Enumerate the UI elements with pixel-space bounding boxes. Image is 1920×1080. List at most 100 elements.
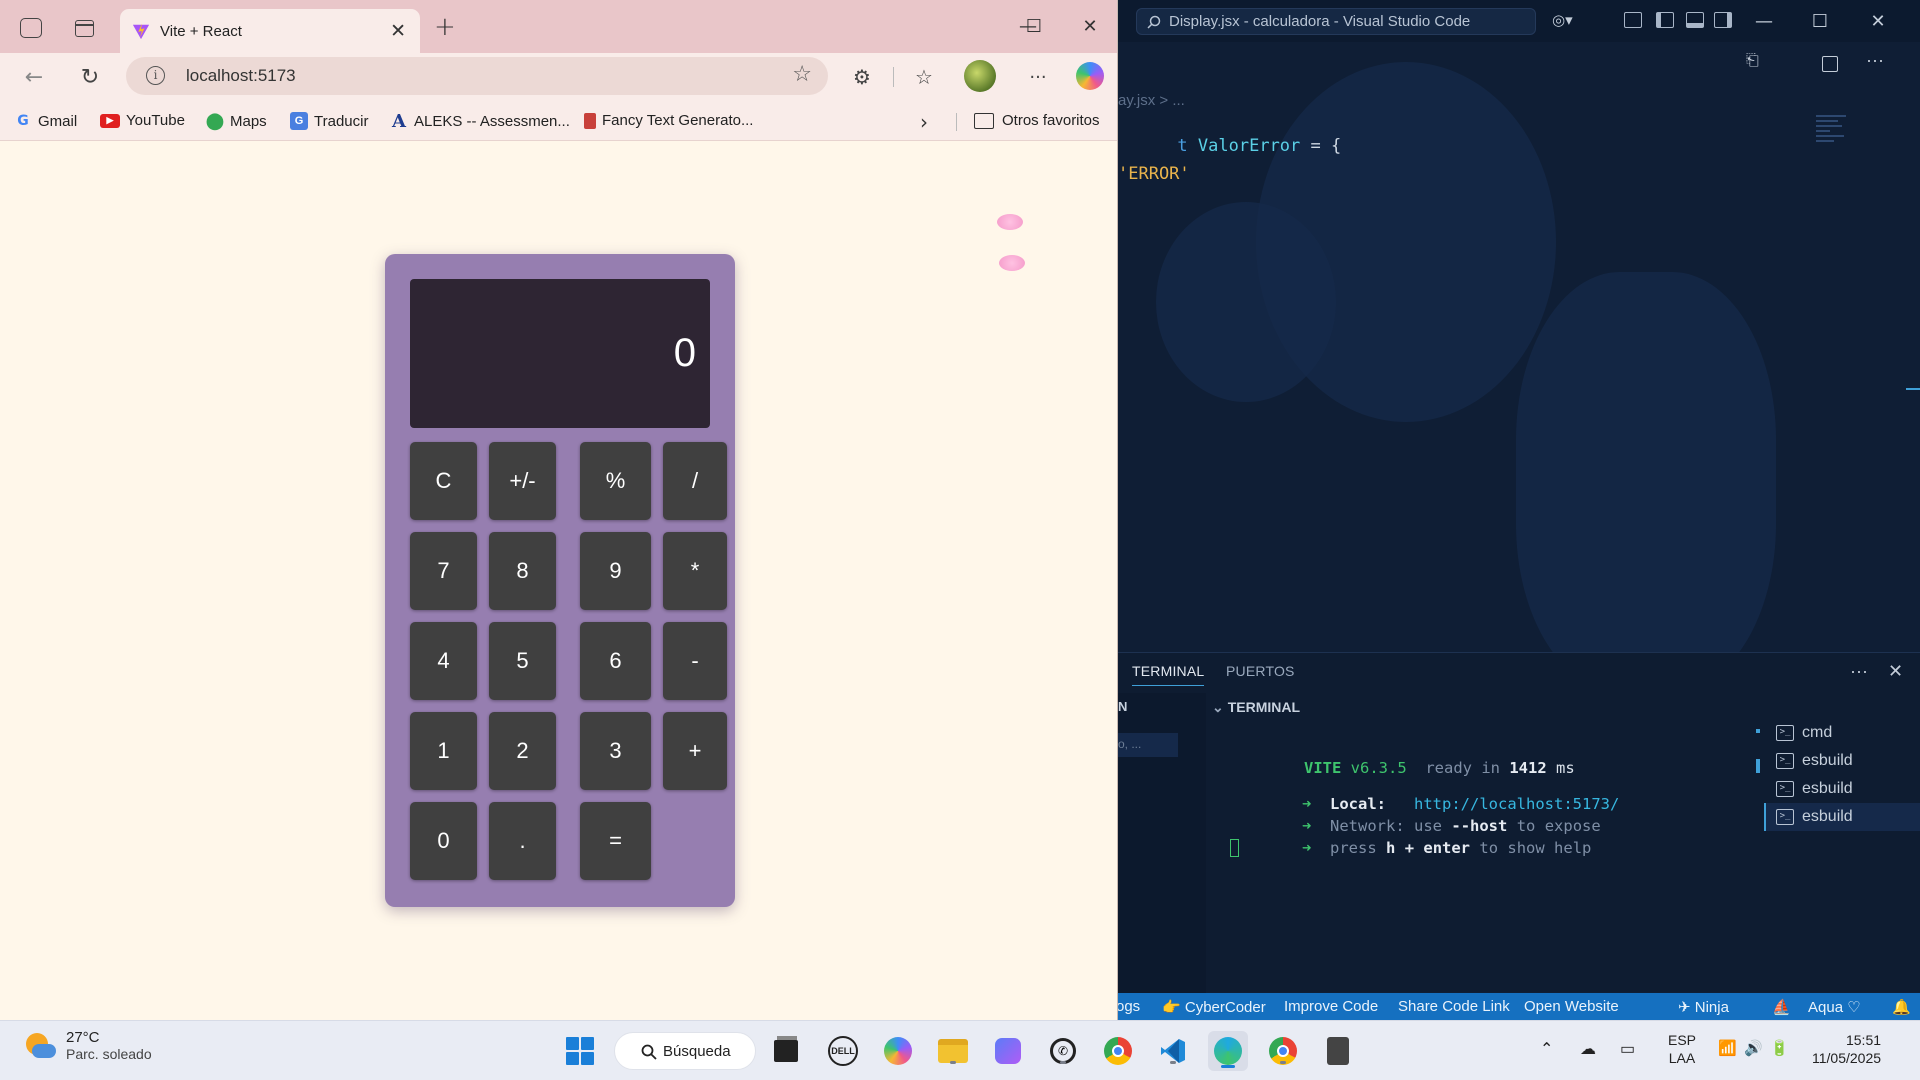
minimap[interactable] bbox=[1816, 112, 1856, 172]
close-panel-icon[interactable]: ✕ bbox=[1888, 661, 1903, 682]
customize-layout-icon[interactable] bbox=[1624, 12, 1642, 28]
favorite-star-icon[interactable]: ☆ bbox=[792, 62, 812, 87]
chrome-icon[interactable] bbox=[1102, 1035, 1134, 1067]
language-indicator[interactable]: ESP LAA bbox=[1668, 1031, 1696, 1067]
key-divide[interactable]: / bbox=[663, 442, 727, 520]
calculator-app-icon[interactable] bbox=[1322, 1035, 1354, 1067]
favorites-icon[interactable]: ☆ bbox=[910, 63, 938, 91]
status-item-cybercoder[interactable]: 👉 CyberCoder bbox=[1162, 998, 1266, 1016]
bookmark-gmail[interactable]: G Gmail bbox=[14, 112, 77, 130]
key-add[interactable]: + bbox=[663, 712, 727, 790]
new-tab-button[interactable]: + bbox=[434, 12, 456, 42]
key-decimal[interactable]: . bbox=[489, 802, 556, 880]
maximize-icon-glyph[interactable]: ☐ bbox=[1006, 8, 1062, 44]
status-item-wave[interactable]: ⛵ bbox=[1772, 998, 1791, 1016]
chevron-right-icon[interactable]: › bbox=[920, 110, 928, 134]
other-favorites-folder[interactable]: Otros favoritos bbox=[974, 112, 1100, 129]
more-actions-icon[interactable]: ⎗ bbox=[1746, 52, 1759, 70]
key-7[interactable]: 7 bbox=[410, 532, 477, 610]
wifi-icon[interactable]: 📶 bbox=[1718, 1039, 1737, 1057]
toggle-primary-sidebar-icon[interactable] bbox=[1656, 12, 1674, 28]
whatsapp-icon[interactable]: ✆ bbox=[1047, 1035, 1079, 1067]
site-info-icon[interactable]: i bbox=[146, 66, 165, 85]
tab-actions-icon[interactable] bbox=[75, 20, 94, 37]
key-3[interactable]: 3 bbox=[580, 712, 651, 790]
more-icon[interactable]: ··· bbox=[1866, 50, 1884, 71]
key-8[interactable]: 8 bbox=[489, 532, 556, 610]
panel-left-item[interactable]: o, ... bbox=[1116, 733, 1178, 757]
profile-avatar[interactable] bbox=[964, 60, 996, 92]
edge-taskbar-icon[interactable] bbox=[1208, 1031, 1248, 1071]
key-clear[interactable]: C bbox=[410, 442, 477, 520]
copilot-icon[interactable]: ◎▾ bbox=[1552, 11, 1573, 29]
start-button[interactable] bbox=[564, 1035, 596, 1067]
split-editor-icon[interactable] bbox=[1822, 56, 1838, 72]
vscode-taskbar-icon[interactable] bbox=[1157, 1035, 1189, 1067]
more-icon[interactable]: ··· bbox=[1024, 63, 1052, 91]
status-item-logs[interactable]: ogs bbox=[1116, 998, 1140, 1015]
notifications-icon[interactable]: 🔔 bbox=[1892, 998, 1911, 1016]
close-tab-icon[interactable]: ✕ bbox=[390, 20, 406, 42]
pen-menu-icon[interactable]: ▭ bbox=[1620, 1039, 1635, 1059]
key-2[interactable]: 2 bbox=[489, 712, 556, 790]
battery-icon[interactable]: 🔋 bbox=[1770, 1039, 1789, 1057]
key-4[interactable]: 4 bbox=[410, 622, 477, 700]
key-0[interactable]: 0 bbox=[410, 802, 477, 880]
key-5[interactable]: 5 bbox=[489, 622, 556, 700]
clock[interactable]: 15:51 11/05/2025 bbox=[1812, 1031, 1881, 1067]
copilot-taskbar-icon[interactable] bbox=[882, 1035, 914, 1067]
status-item-share-code-link[interactable]: Share Code Link bbox=[1398, 998, 1510, 1015]
tab-puertos[interactable]: PUERTOS bbox=[1226, 663, 1295, 679]
task-view-icon[interactable] bbox=[770, 1035, 802, 1067]
maximize-icon[interactable]: ☐ bbox=[1792, 0, 1848, 42]
breadcrumb[interactable]: ay.jsx > ... bbox=[1118, 92, 1185, 109]
refresh-icon[interactable]: ↻ bbox=[76, 63, 104, 91]
key-subtract[interactable]: - bbox=[663, 622, 727, 700]
workspaces-icon[interactable] bbox=[20, 18, 42, 38]
key-multiply[interactable]: * bbox=[663, 532, 727, 610]
copilot-icon[interactable] bbox=[1076, 62, 1104, 90]
key-sign[interactable]: +/- bbox=[489, 442, 556, 520]
status-item-aqua[interactable]: Aqua ♡ bbox=[1808, 998, 1861, 1016]
key-equals[interactable]: = bbox=[580, 802, 651, 880]
chrome-profile-icon[interactable] bbox=[1267, 1035, 1299, 1067]
bookmark-maps[interactable]: ⬤ Maps bbox=[206, 112, 267, 131]
chevron-up-icon[interactable]: ⌃ bbox=[1540, 1039, 1553, 1058]
key-9[interactable]: 9 bbox=[580, 532, 651, 610]
tab-terminal[interactable]: TERMINAL bbox=[1132, 663, 1205, 686]
bookmark-aleks[interactable]: A ALEKS -- Assessmen... bbox=[390, 111, 570, 132]
close-icon[interactable]: ✕ bbox=[1850, 0, 1906, 42]
toggle-secondary-sidebar-icon[interactable] bbox=[1714, 12, 1732, 28]
terminal-item-cmd[interactable]: >_ cmd bbox=[1764, 719, 1920, 747]
key-percent[interactable]: % bbox=[580, 442, 651, 520]
dell-icon[interactable]: DELL bbox=[827, 1035, 859, 1067]
back-icon[interactable]: ← bbox=[20, 63, 48, 91]
address-bar[interactable]: i localhost:5173 ☆ bbox=[126, 57, 828, 95]
close-window-icon[interactable]: ✕ bbox=[1062, 8, 1117, 44]
status-item-open-website[interactable]: Open Website bbox=[1524, 998, 1619, 1015]
more-icon[interactable]: ··· bbox=[1850, 661, 1868, 682]
toggle-panel-icon[interactable] bbox=[1686, 12, 1704, 28]
onedrive-icon[interactable]: ☁ bbox=[1580, 1039, 1596, 1059]
file-explorer-icon[interactable] bbox=[937, 1035, 969, 1067]
photos-app-icon[interactable] bbox=[992, 1035, 1024, 1067]
vscode-command-center[interactable]: Display.jsx - calculadora - Visual Studi… bbox=[1136, 8, 1536, 35]
weather-widget[interactable]: 27°C Parc. soleado bbox=[24, 1029, 152, 1062]
bookmark-fancy-text[interactable]: Fancy Text Generato... bbox=[584, 112, 753, 129]
bookmark-traducir[interactable]: G Traducir bbox=[290, 112, 368, 130]
terminal-item-esbuild[interactable]: >_ esbuild bbox=[1764, 747, 1920, 775]
taskbar-search[interactable]: Búsqueda bbox=[614, 1032, 756, 1070]
status-item-ninja[interactable]: ✈ Ninja bbox=[1678, 998, 1729, 1016]
vscode-editor[interactable]: ay.jsx > ... t ValorError = { 'ERROR' ⎗ … bbox=[1116, 42, 1920, 692]
extensions-icon[interactable]: ⚙ bbox=[848, 63, 876, 91]
status-item-improve-code[interactable]: Improve Code bbox=[1284, 998, 1378, 1015]
volume-icon[interactable]: 🔊 bbox=[1744, 1039, 1763, 1057]
terminal-item-esbuild-active[interactable]: >_ esbuild bbox=[1764, 803, 1920, 831]
minimize-icon[interactable]: — bbox=[1736, 0, 1792, 42]
key-1[interactable]: 1 bbox=[410, 712, 477, 790]
terminal-item-esbuild[interactable]: >_ esbuild bbox=[1764, 775, 1920, 803]
tab-vite-react[interactable]: Vite + React ✕ bbox=[120, 9, 420, 53]
bookmark-youtube[interactable]: ▶ YouTube bbox=[100, 112, 185, 129]
terminal-section-header[interactable]: ⌄ TERMINAL bbox=[1212, 699, 1300, 716]
key-6[interactable]: 6 bbox=[580, 622, 651, 700]
